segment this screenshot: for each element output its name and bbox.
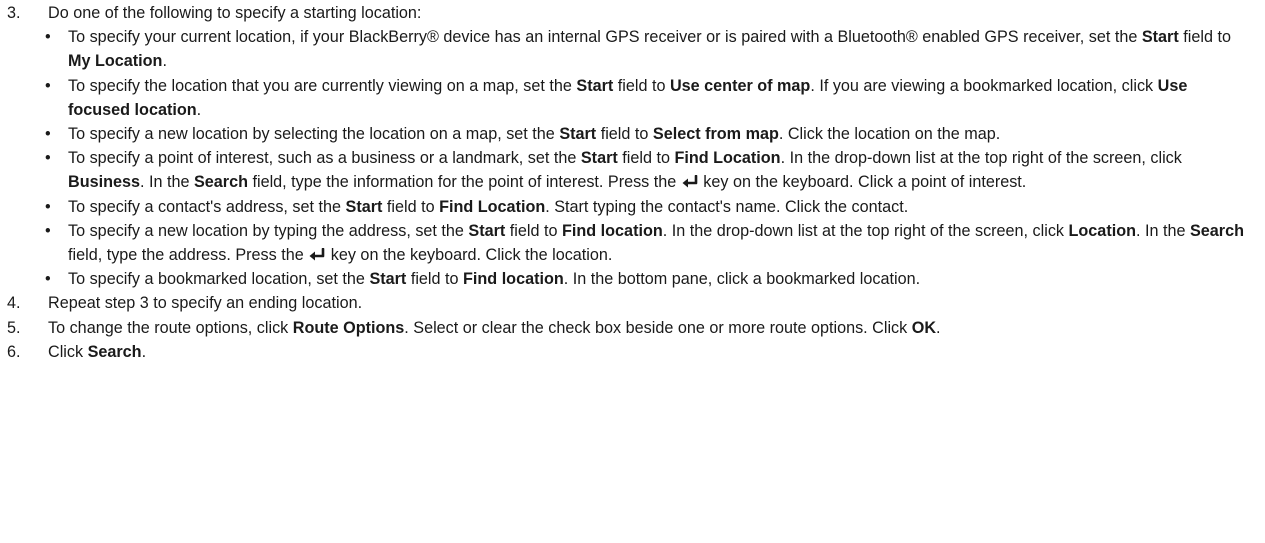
text: field to (617, 149, 675, 168)
text: . Click the location on the map. (778, 125, 1001, 144)
bullet-icon: • (45, 125, 51, 144)
bold-term: Start (580, 149, 618, 168)
text: field to (596, 125, 653, 144)
text: To specify the location that you are cur… (68, 76, 577, 95)
step-number: 3. (7, 4, 21, 22)
text: field to (505, 221, 563, 240)
step-3: 3. Do one of the following to specify a … (0, 1, 1265, 25)
instructions-document: 3. Do one of the following to specify a … (0, 0, 1265, 364)
bullet-icon: • (45, 270, 51, 289)
text: . (141, 342, 147, 361)
step-number: 6. (7, 342, 21, 361)
text: field to (406, 270, 464, 289)
list-item-bookmarked-location: • To specify a bookmarked location, set … (0, 267, 1265, 291)
bold-term: Location (1068, 221, 1136, 240)
text: field to (382, 197, 440, 216)
list-item-select-from-map: • To specify a new location by selecting… (0, 122, 1265, 146)
text: . (196, 100, 202, 119)
bold-term: Find Location (439, 197, 546, 216)
step-5: 5. To change the route options, click Ro… (0, 316, 1265, 340)
text: . Start typing the contact's name. Click… (545, 197, 909, 216)
bold-term: Business (68, 173, 140, 192)
bold-term: Use center of map (669, 76, 811, 95)
bold-term: Select from map (652, 125, 779, 144)
starting-location-options-list: • To specify your current location, if y… (0, 25, 1265, 291)
text: To specify a point of interest, such as … (68, 149, 581, 168)
step-text: Repeat step 3 to specify an ending locat… (48, 294, 363, 313)
text: field to (1178, 28, 1231, 47)
text: key on the keyboard. Click the location. (326, 246, 613, 265)
bold-term: Search (193, 173, 248, 192)
bold-term: Search (1189, 221, 1244, 240)
bold-term: Start (369, 270, 407, 289)
text: Click (48, 342, 88, 361)
text: key on the keyboard. Click a point of in… (698, 173, 1027, 192)
text: . If you are viewing a bookmarked locati… (810, 76, 1158, 95)
bold-term: Start (559, 125, 597, 144)
bullet-icon: • (45, 197, 51, 216)
bold-term: My Location (68, 52, 163, 71)
bullet-icon: • (45, 149, 51, 168)
bold-term: Start (576, 76, 614, 95)
bold-term: Start (345, 197, 383, 216)
step-4: 4. Repeat step 3 to specify an ending lo… (0, 291, 1265, 315)
text: To specify a bookmarked location, set th… (68, 270, 370, 289)
text: To specify a new location by selecting t… (68, 125, 560, 144)
bold-term: Start (468, 221, 506, 240)
list-item-contact-address: • To specify a contact's address, set th… (0, 195, 1265, 219)
bold-term: Find location (562, 221, 663, 240)
bold-term: Search (87, 342, 142, 361)
enter-key-icon (682, 175, 698, 188)
step-number: 4. (7, 294, 21, 313)
text: To specify a contact's address, set the (68, 197, 346, 216)
bullet-icon: • (45, 221, 51, 240)
text: To specify your current location, if you… (68, 28, 1142, 47)
text: . In the (139, 173, 194, 192)
step-text: Do one of the following to specify a sta… (48, 4, 422, 22)
list-item-point-of-interest: • To specify a point of interest, such a… (0, 146, 1265, 194)
text: field to (613, 76, 670, 95)
bold-term: Route Options (292, 318, 405, 337)
list-item-current-location: • To specify your current location, if y… (0, 25, 1265, 73)
text: . (936, 318, 941, 337)
enter-key-icon (309, 248, 325, 261)
step-number: 5. (7, 318, 21, 337)
bullet-icon: • (45, 76, 51, 95)
bold-term: Start (1141, 28, 1179, 47)
text: To change the route options, click (48, 318, 293, 337)
list-item-typing-address: • To specify a new location by typing th… (0, 219, 1265, 267)
list-item-center-of-map: • To specify the location that you are c… (0, 74, 1265, 122)
text: . (162, 52, 167, 71)
bullet-icon: • (45, 28, 51, 47)
bold-term: Find location (463, 270, 564, 289)
text: To specify a new location by typing the … (68, 221, 469, 240)
text: field, type the address. Press the (68, 246, 309, 265)
text: . In the drop-down list at the top right… (780, 149, 1182, 168)
text: field, type the information for the poin… (247, 173, 681, 192)
bold-term: OK (911, 318, 937, 337)
text: . In the (1135, 221, 1190, 240)
step-6: 6. Click Search. (0, 340, 1265, 364)
text: . In the bottom pane, click a bookmarked… (563, 270, 921, 289)
text: . In the drop-down list at the top right… (662, 221, 1069, 240)
bold-term: Find Location (674, 149, 781, 168)
text: . Select or clear the check box beside o… (404, 318, 912, 337)
